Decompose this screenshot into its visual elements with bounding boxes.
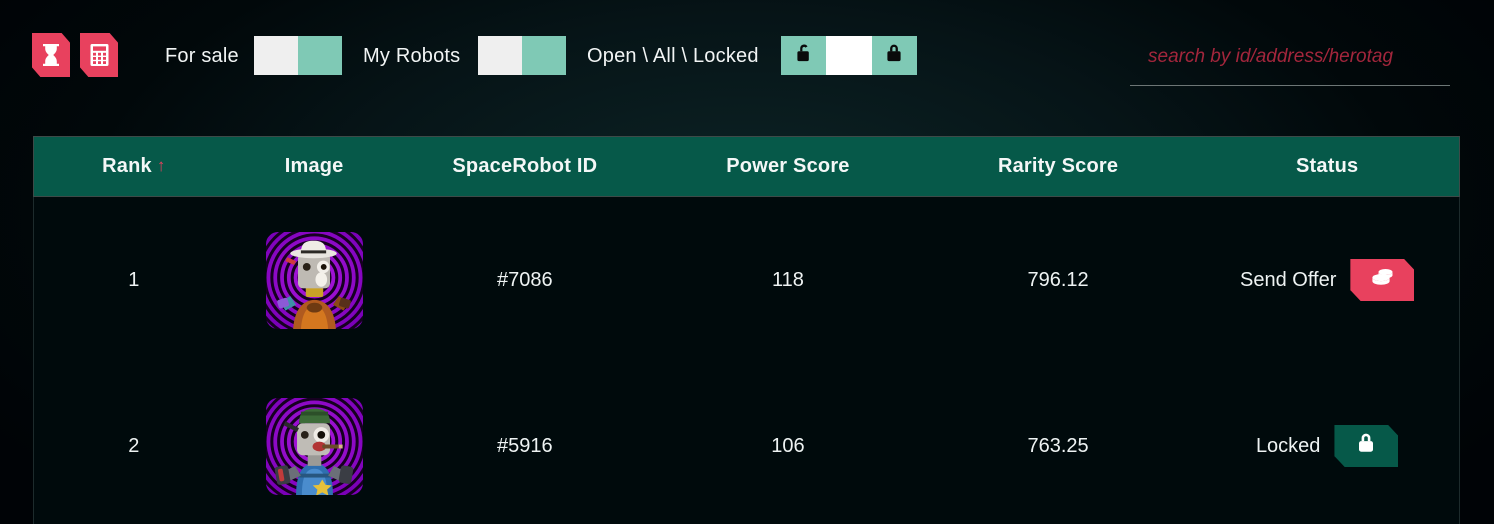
- toolbar: For sale My Robots Open \ All \ Locked: [0, 0, 1494, 110]
- padlock-closed-icon: [1355, 431, 1377, 461]
- filter-label-for-sale: For sale: [165, 45, 239, 67]
- toggle-for-sale-on[interactable]: [298, 36, 342, 75]
- column-header-rarity-score[interactable]: Rarity Score: [921, 155, 1196, 178]
- search-field[interactable]: [1130, 34, 1450, 86]
- cell-power-score: 106: [771, 434, 805, 457]
- toggle-segment-locked[interactable]: [871, 36, 917, 75]
- toggle-segment-all[interactable]: [826, 36, 872, 75]
- column-header-rank[interactable]: Rank ↑: [34, 155, 234, 178]
- filter-label-open-all-locked: Open \ All \ Locked: [587, 45, 759, 67]
- toggle-segment-open[interactable]: [781, 36, 827, 75]
- cell-rarity-score: 763.25: [1027, 434, 1089, 457]
- cell-status: Send Offer: [1195, 259, 1459, 301]
- padlock-open-icon: [794, 42, 814, 69]
- padlock-closed-icon: [884, 42, 904, 69]
- column-header-image[interactable]: Image: [234, 155, 395, 178]
- toggle-my-robots-on[interactable]: [522, 36, 566, 75]
- status-label: Send Offer: [1240, 268, 1337, 291]
- column-header-rank-label: Rank: [102, 155, 152, 177]
- nft-thumbnail[interactable]: [265, 231, 363, 329]
- toggle-my-robots[interactable]: [478, 36, 566, 75]
- cell-image[interactable]: [234, 397, 395, 495]
- table-row[interactable]: 2 #5916 106 763.25 Locked: [33, 363, 1460, 524]
- column-header-status[interactable]: Status: [1195, 155, 1459, 178]
- toggle-for-sale-off[interactable]: [254, 36, 298, 75]
- toggle-for-sale[interactable]: [254, 36, 342, 75]
- filter-label-my-robots: My Robots: [363, 45, 461, 67]
- cell-rank: 2: [128, 434, 140, 457]
- cell-status: Locked: [1195, 425, 1459, 467]
- nft-thumbnail[interactable]: [265, 397, 363, 495]
- toggle-open-all-locked[interactable]: [781, 36, 917, 75]
- send-offer-button[interactable]: [1350, 259, 1415, 301]
- column-header-spacerobot-id[interactable]: SpaceRobot ID: [395, 155, 656, 178]
- sort-ascending-icon[interactable]: ↑: [157, 156, 166, 175]
- table-row[interactable]: 1 #7086 118 796.12 Send Offer: [33, 197, 1460, 363]
- hourglass-icon[interactable]: [32, 33, 70, 77]
- calculator-icon[interactable]: [80, 33, 118, 77]
- cell-image[interactable]: [234, 231, 395, 329]
- cell-power-score: 118: [772, 268, 804, 291]
- status-label: Locked: [1255, 434, 1321, 457]
- table-header-row: Rank ↑ Image SpaceRobot ID Power Score Ra…: [33, 136, 1460, 197]
- leaderboard-table: Rank ↑ Image SpaceRobot ID Power Score Ra…: [33, 136, 1460, 524]
- toggle-my-robots-off[interactable]: [478, 36, 522, 75]
- cell-rank: 1: [128, 268, 140, 291]
- search-input[interactable]: [1130, 34, 1450, 85]
- column-header-power-score[interactable]: Power Score: [655, 155, 921, 178]
- locked-badge[interactable]: [1334, 425, 1399, 467]
- coins-icon: [1369, 266, 1396, 294]
- cell-rarity-score: 796.12: [1027, 268, 1089, 291]
- cell-spacerobot-id: #5916: [497, 434, 553, 457]
- cell-spacerobot-id: #7086: [497, 268, 553, 291]
